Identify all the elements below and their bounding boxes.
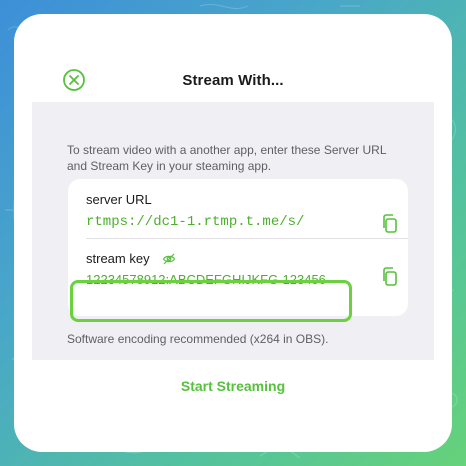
copy-stream-key-button[interactable] bbox=[379, 266, 401, 288]
encoding-note: Software encoding recommended (x264 in O… bbox=[67, 332, 329, 346]
copy-icon bbox=[383, 267, 397, 286]
server-url-label: server URL bbox=[86, 192, 152, 207]
copy-icon bbox=[383, 214, 397, 233]
stream-key-highlight bbox=[70, 280, 352, 322]
instructions-text: To stream video with a another app, ente… bbox=[67, 143, 387, 173]
field-divider bbox=[86, 238, 408, 239]
eye-hidden-icon bbox=[162, 253, 176, 265]
stream-dialog: Stream With... To stream video with a an… bbox=[14, 14, 452, 452]
dialog-title: Stream With... bbox=[182, 72, 284, 89]
stream-key-label: stream key bbox=[86, 251, 150, 266]
start-streaming-button[interactable]: Start Streaming bbox=[14, 378, 452, 394]
dialog-header: Stream With... bbox=[14, 66, 452, 98]
copy-server-url-button[interactable] bbox=[379, 213, 401, 235]
toggle-key-visibility[interactable] bbox=[162, 252, 176, 266]
server-url-value[interactable]: rtmps://dc1-1.rtmp.t.me/s/ bbox=[86, 214, 304, 230]
